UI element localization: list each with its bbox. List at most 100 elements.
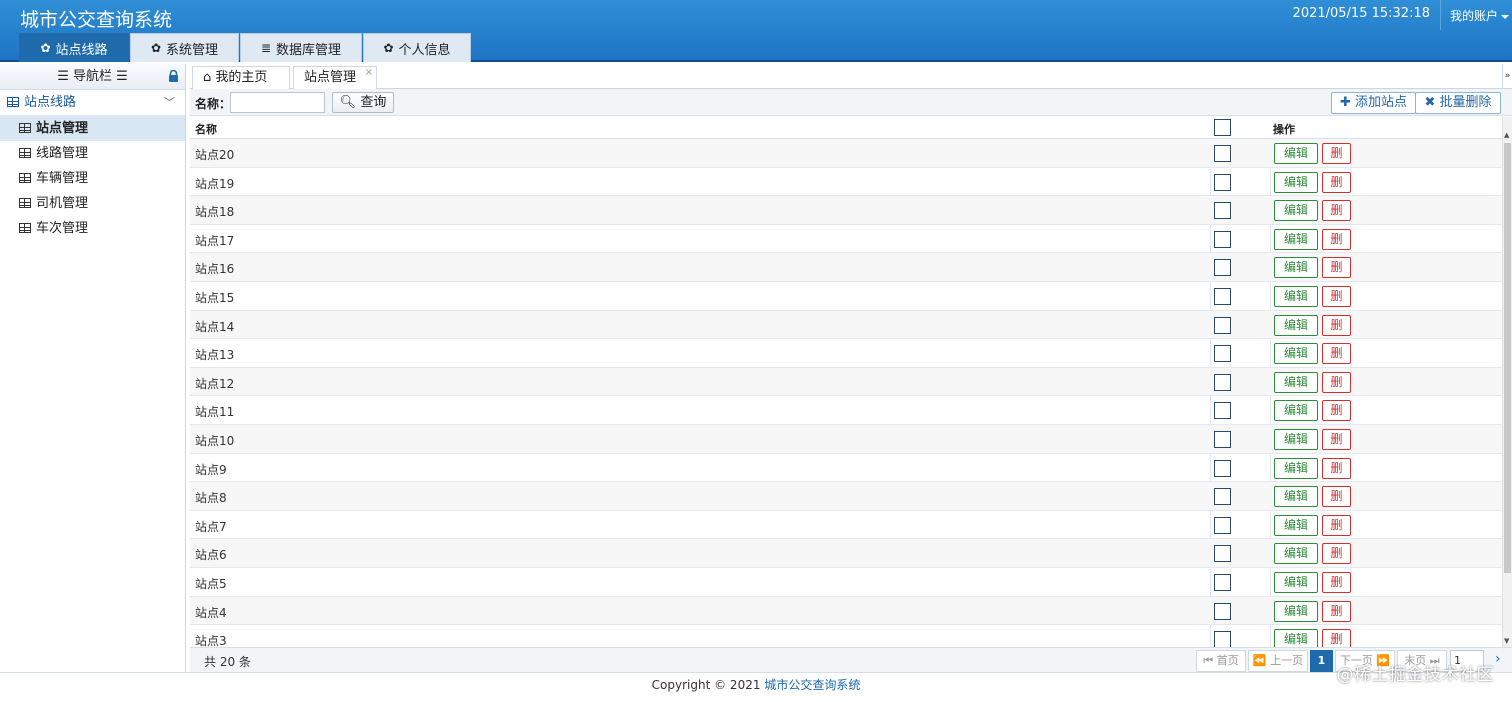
edit-button[interactable]: 编辑 [1274, 600, 1318, 622]
table-row: 站点18 编辑删 [190, 196, 1502, 225]
delete-button[interactable]: 删 [1322, 371, 1351, 393]
sidebar-group-station-lines[interactable]: 站点线路 ﹀ [0, 90, 185, 116]
edit-button[interactable]: 编辑 [1274, 457, 1318, 479]
go-page-icon[interactable]: › [1495, 651, 1501, 667]
row-checkbox[interactable] [1214, 402, 1231, 420]
edit-button[interactable]: 编辑 [1274, 543, 1318, 565]
add-station-button[interactable]: ✚ 添加站点 [1331, 92, 1416, 114]
row-checkbox[interactable] [1214, 573, 1231, 591]
delete-button[interactable]: 删 [1322, 629, 1351, 647]
row-checkbox[interactable] [1214, 287, 1231, 305]
table-row: 站点19 编辑删 [190, 168, 1502, 197]
row-checkbox[interactable] [1214, 430, 1231, 448]
edit-button[interactable]: 编辑 [1274, 428, 1318, 450]
edit-button[interactable]: 编辑 [1274, 400, 1318, 422]
sidebar-item-vehicle-management[interactable]: 车辆管理 [0, 166, 185, 191]
sidebar-item-driver-management[interactable]: 司机管理 [0, 191, 185, 216]
close-icon[interactable]: × [365, 62, 373, 84]
sidebar-item-trip-management[interactable]: 车次管理 [0, 216, 185, 241]
delete-button[interactable]: 删 [1322, 514, 1351, 536]
row-checkbox[interactable] [1214, 259, 1231, 277]
row-checkbox[interactable] [1214, 373, 1231, 391]
edit-button[interactable]: 编辑 [1274, 285, 1318, 307]
sidebar-title: 导航栏 [72, 69, 112, 84]
tab-station-lines[interactable]: ✿ 站点线路 [19, 33, 129, 62]
database-icon: ≣ [260, 41, 272, 55]
station-name-cell: 站点10 [195, 433, 235, 448]
edit-button[interactable]: 编辑 [1274, 143, 1318, 164]
top-nav: ✿ 站点线路 ✿ 系统管理 ≣ 数据库管理 ✿ 个人信息 [19, 33, 472, 62]
lock-icon[interactable] [168, 70, 179, 82]
scroll-up-icon[interactable]: ▲ [1504, 131, 1509, 139]
row-checkbox[interactable] [1214, 631, 1231, 647]
delete-button[interactable]: 删 [1322, 200, 1351, 222]
row-checkbox[interactable] [1214, 173, 1231, 191]
delete-button[interactable]: 删 [1322, 543, 1351, 565]
edit-button[interactable]: 编辑 [1274, 200, 1318, 222]
row-checkbox[interactable] [1214, 602, 1231, 620]
row-checkbox[interactable] [1214, 230, 1231, 248]
row-checkbox[interactable] [1214, 345, 1231, 363]
edit-button[interactable]: 编辑 [1274, 629, 1318, 647]
page-tabs: ⌂ 我的主页 站点管理 × » [190, 64, 1512, 89]
delete-button[interactable]: 删 [1322, 314, 1351, 336]
close-icon: ✖ [1424, 95, 1440, 110]
scroll-down-icon[interactable]: ▼ [1504, 637, 1509, 645]
row-checkbox[interactable] [1214, 145, 1231, 162]
row-checkbox[interactable] [1214, 316, 1231, 334]
first-page-button[interactable]: ⏮ 首页 [1196, 650, 1246, 672]
delete-button[interactable]: 删 [1322, 285, 1351, 307]
delete-button[interactable]: 删 [1322, 343, 1351, 365]
edit-button[interactable]: 编辑 [1274, 171, 1318, 193]
tab-personal-info[interactable]: ✿ 个人信息 [363, 33, 471, 62]
row-checkbox[interactable] [1214, 459, 1231, 477]
select-all-checkbox[interactable] [1214, 119, 1231, 136]
edit-button[interactable]: 编辑 [1274, 486, 1318, 508]
page-tab-label: 我的主页 [215, 70, 268, 85]
delete-button[interactable]: 删 [1322, 257, 1351, 279]
scrollbar-thumb[interactable] [1504, 143, 1511, 573]
delete-button[interactable]: 删 [1322, 486, 1351, 508]
edit-button[interactable]: 编辑 [1274, 514, 1318, 536]
edit-button[interactable]: 编辑 [1274, 257, 1318, 279]
delete-button[interactable]: 删 [1322, 400, 1351, 422]
table-row: 站点9 编辑删 [190, 454, 1502, 483]
delete-button[interactable]: 删 [1322, 171, 1351, 193]
delete-button[interactable]: 删 [1322, 428, 1351, 450]
row-checkbox[interactable] [1214, 202, 1231, 220]
delete-button[interactable]: 删 [1322, 600, 1351, 622]
row-checkbox[interactable] [1214, 488, 1231, 506]
station-name-cell: 站点17 [195, 233, 235, 248]
batch-delete-button[interactable]: ✖ 批量删除 [1415, 92, 1501, 114]
main-content: ⌂ 我的主页 站点管理 × » 名称： 🔍︎ 查询 ✚ 添加站点 ✖ 批量删除 … [190, 64, 1512, 672]
query-button[interactable]: 🔍︎ 查询 [332, 92, 394, 113]
delete-button[interactable]: 删 [1322, 571, 1351, 593]
page-tab-station-management[interactable]: 站点管理 × [293, 66, 377, 89]
tabs-more-icon[interactable]: » [1502, 64, 1512, 89]
table-scrollbar[interactable]: ▲ ▼ [1502, 117, 1512, 647]
sidebar-item-label: 车次管理 [36, 221, 89, 236]
name-search-input[interactable] [230, 92, 325, 113]
menu-icon: ☰ [57, 69, 73, 84]
edit-button[interactable]: 编辑 [1274, 343, 1318, 365]
prev-page-button[interactable]: ⏪ 上一页 [1248, 650, 1308, 672]
footer-link[interactable]: 城市公交查询系统 [764, 678, 860, 692]
tab-label: 系统管理 [166, 42, 219, 58]
delete-button[interactable]: 删 [1322, 143, 1351, 164]
tab-system-management[interactable]: ✿ 系统管理 [130, 33, 239, 62]
delete-button[interactable]: 删 [1322, 457, 1351, 479]
sidebar-item-line-management[interactable]: 线路管理 [0, 141, 185, 166]
row-checkbox[interactable] [1214, 545, 1231, 563]
edit-button[interactable]: 编辑 [1274, 314, 1318, 336]
current-page-button[interactable]: 1 [1310, 650, 1333, 672]
tab-database-management[interactable]: ≣ 数据库管理 [240, 33, 362, 62]
sidebar-item-station-management[interactable]: 站点管理 [0, 116, 185, 141]
edit-button[interactable]: 编辑 [1274, 371, 1318, 393]
edit-button[interactable]: 编辑 [1274, 571, 1318, 593]
row-checkbox[interactable] [1214, 516, 1231, 534]
table-row: 站点10 编辑删 [190, 424, 1502, 454]
account-menu[interactable]: 我的账户 [1440, 0, 1512, 30]
delete-button[interactable]: 删 [1322, 228, 1351, 250]
edit-button[interactable]: 编辑 [1274, 228, 1318, 250]
page-tab-home[interactable]: ⌂ 我的主页 [192, 66, 290, 89]
